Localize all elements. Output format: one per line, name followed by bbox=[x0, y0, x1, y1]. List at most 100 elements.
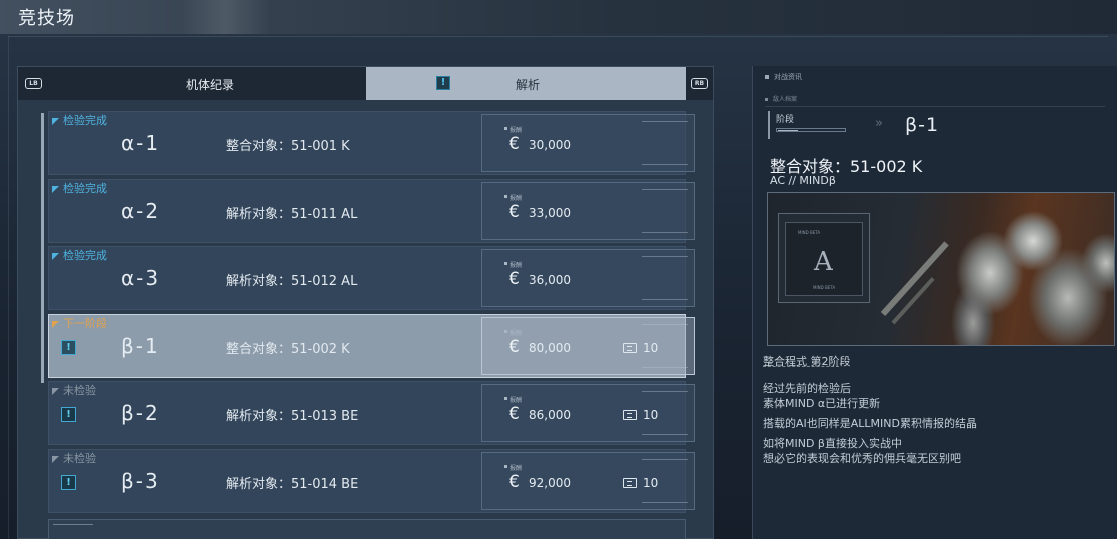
stage-row[interactable]: 下一阶段! β-1 整合对象：51-002 K 报酬 €80,000 10 bbox=[48, 314, 695, 378]
reward-box: 报酬 €36,000 bbox=[481, 249, 695, 307]
reward-tick bbox=[504, 330, 507, 333]
reward-deco-line bbox=[642, 121, 688, 122]
reward-value: 36,000 bbox=[529, 273, 571, 287]
stage-row[interactable]: 未检验! β-2 解析对象：51-013 BE 报酬 €86,000 10 bbox=[48, 381, 695, 445]
status-flag-icon bbox=[52, 321, 59, 328]
header-bar: 竞技场 bbox=[0, 0, 1117, 34]
stage-status: 检验完成 bbox=[52, 247, 107, 263]
coin-icon: € bbox=[509, 202, 520, 222]
description-line: 素体MIND α已进行更新 bbox=[763, 397, 881, 410]
stage-target: 解析对象：51-011 AL bbox=[226, 207, 358, 222]
reward-tick bbox=[504, 397, 507, 400]
stage-target: 整合对象：51-001 K bbox=[226, 139, 350, 154]
stage-row[interactable]: 检验完成 α-3 解析对象：51-012 AL 报酬 €36,000 bbox=[48, 246, 695, 310]
list-footer bbox=[48, 519, 686, 539]
coin-icon: € bbox=[509, 472, 520, 492]
frame-line-left bbox=[8, 36, 9, 539]
reward-tag: 报酬 bbox=[510, 330, 523, 337]
stage-label: 阶段 bbox=[776, 115, 795, 125]
coin-icon: € bbox=[509, 404, 520, 424]
mind-logo-sub: MIND BETA bbox=[813, 285, 836, 290]
reward-value: 30,000 bbox=[529, 138, 571, 152]
reward-deco-line bbox=[642, 299, 688, 300]
ticket-icon bbox=[623, 343, 637, 353]
stage-list: 检验完成 α-1 整合对象：51-001 K 报酬 €30,000 检验完成 α-2 解析对象… bbox=[40, 111, 695, 539]
detail-stage-code: β-1 bbox=[905, 114, 940, 136]
enemy-preview-image: MIND BETA A MIND BETA bbox=[767, 192, 1115, 346]
stage-progress-bar bbox=[776, 128, 846, 132]
reward-tag: 报酬 bbox=[510, 195, 523, 202]
stage-status: 检验完成 bbox=[52, 112, 107, 128]
reward-tick bbox=[504, 262, 507, 265]
reward-tag: 报酬 bbox=[510, 127, 523, 134]
reward-deco-line bbox=[642, 367, 688, 368]
description-line: 搭载的AI也同样是ALLMIND累积情报的结晶 bbox=[763, 417, 977, 430]
detail-ac-name: AC // MINDβ bbox=[770, 174, 836, 187]
reward-tick bbox=[504, 465, 507, 468]
stage-status-label: 下一阶段 bbox=[63, 317, 107, 330]
status-flag-icon bbox=[52, 253, 59, 260]
stage-code: β-1 bbox=[121, 334, 160, 358]
stage-row[interactable]: 检验完成 α-2 解析对象：51-011 AL 报酬 €33,000 bbox=[48, 179, 695, 243]
alert-icon: ! bbox=[61, 475, 76, 490]
coin-icon: € bbox=[509, 269, 520, 289]
stage-status-label: 检验完成 bbox=[63, 249, 107, 262]
reward-deco-line bbox=[642, 459, 688, 460]
reward-tag: 报酬 bbox=[510, 262, 523, 269]
tab-machine-record[interactable]: LB 机体纪录 bbox=[18, 67, 366, 100]
alert-icon: ! bbox=[61, 407, 76, 422]
chevron-right-icon: » bbox=[875, 116, 883, 131]
stage-target: 解析对象：51-013 BE bbox=[226, 409, 359, 424]
progress-rail bbox=[41, 113, 44, 383]
preview-monitor-screen: MIND BETA A MIND BETA bbox=[785, 222, 863, 296]
alert-icon: ! bbox=[61, 340, 76, 355]
stage-code: β-3 bbox=[121, 469, 160, 493]
reward-box: 报酬 €86,000 10 bbox=[481, 384, 695, 442]
status-flag-icon bbox=[52, 456, 59, 463]
ticket-value: 10 bbox=[643, 408, 659, 422]
preview-monitor: MIND BETA A MIND BETA bbox=[778, 213, 870, 303]
reward-box: 报酬 €30,000 bbox=[481, 114, 695, 172]
detail-panel: 对战资讯 敌人档案 阶段 » β-1 整合对象：51-002 K AC // M… bbox=[752, 66, 1117, 539]
reward-value: 86,000 bbox=[529, 408, 571, 422]
reward-box: 报酬 €80,000 10 bbox=[481, 317, 695, 375]
stage-code: β-2 bbox=[121, 401, 160, 425]
ticket-icon bbox=[623, 410, 637, 420]
reward-deco-line bbox=[642, 434, 688, 435]
stage-code: α-2 bbox=[121, 199, 161, 223]
tab-analysis-label: 解析 bbox=[516, 78, 541, 92]
page-title: 竞技场 bbox=[18, 8, 75, 29]
reward-deco-line bbox=[642, 391, 688, 392]
ticket-value: 10 bbox=[643, 341, 659, 355]
stage-status: 未检验 bbox=[52, 450, 96, 466]
reward-deco-line bbox=[642, 324, 688, 325]
reward-value: 33,000 bbox=[529, 206, 571, 220]
lb-button-icon[interactable]: LB bbox=[25, 78, 42, 89]
ticket-value: 10 bbox=[643, 476, 659, 490]
reward-tag: 报酬 bbox=[510, 397, 523, 404]
stage-row[interactable]: 未检验! β-3 解析对象：51-014 BE 报酬 €92,000 10 bbox=[48, 449, 695, 513]
reward-deco-line bbox=[642, 502, 688, 503]
tab-rb-area[interactable]: RB bbox=[686, 67, 713, 100]
reward-deco-line bbox=[642, 232, 688, 233]
reward-box: 报酬 €92,000 10 bbox=[481, 452, 695, 510]
status-flag-icon bbox=[52, 186, 59, 193]
status-flag-icon bbox=[52, 388, 59, 395]
reward-tick bbox=[504, 127, 507, 130]
stage-target: 整合对象：51-002 K bbox=[226, 342, 350, 357]
reward-tick bbox=[504, 195, 507, 198]
stage-row[interactable]: 检验完成 α-1 整合对象：51-001 K 报酬 €30,000 bbox=[48, 111, 695, 175]
stage-status-label: 未检验 bbox=[63, 384, 96, 397]
reward-deco-line bbox=[642, 189, 688, 190]
reward-deco-line bbox=[642, 164, 688, 165]
detail-header-battle-info: 对战资讯 bbox=[765, 72, 802, 82]
frame-line bbox=[8, 36, 1108, 37]
stage-status: 下一阶段 bbox=[52, 315, 107, 331]
stage-code: α-1 bbox=[121, 131, 161, 155]
tab-analysis[interactable]: ! 解析 bbox=[366, 67, 686, 100]
stage-status-label: 检验完成 bbox=[63, 182, 107, 195]
description-line: 想必它的表现会和优秀的佣兵毫无区别吧 bbox=[763, 452, 961, 465]
reward-value: 80,000 bbox=[529, 341, 571, 355]
rb-button-icon[interactable]: RB bbox=[691, 78, 708, 89]
reward-box: 报酬 €33,000 bbox=[481, 182, 695, 240]
